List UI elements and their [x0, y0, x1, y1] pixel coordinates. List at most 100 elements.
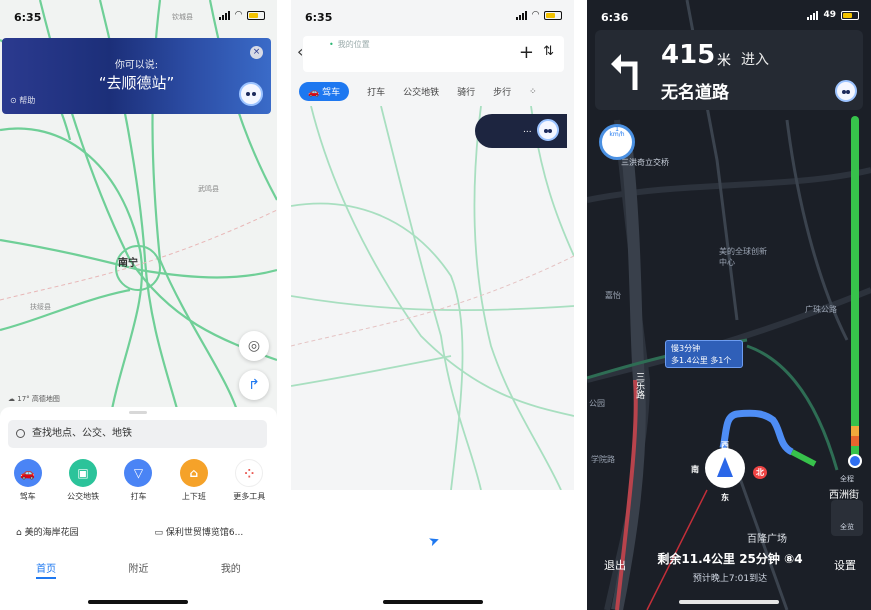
current-position-marker [848, 454, 862, 468]
status-bar: 6:36 49 [587, 0, 871, 34]
settings-button[interactable]: 设置 [825, 542, 865, 590]
status-bar: 6:35 ◠ [291, 0, 574, 34]
eta-text: 预计晚上7:01到达 [692, 574, 768, 584]
tab-drive[interactable]: 🚗 驾车 [299, 82, 350, 101]
quick-label: 更多工具 [233, 492, 266, 501]
recent-label: 美的海岸花园 [24, 528, 79, 538]
exit-button[interactable]: 退出 [595, 542, 635, 590]
turn-road-name: 无名道路 [661, 83, 729, 103]
route-result-sheet: ➤ [291, 490, 574, 610]
signal-icon [807, 10, 819, 20]
road-label: 广珠公路 [805, 305, 837, 314]
search-placeholder: 查找地点、公交、地铁 [32, 428, 132, 439]
recent-label: 保利世贸博览馆6... [165, 528, 244, 538]
assistant-hint: 你可以说: [114, 60, 159, 71]
tab-mine[interactable]: 我的 [221, 560, 241, 579]
bridge-label: 三洪奇立交桥 [621, 158, 669, 167]
status-icons: ◠ [219, 10, 265, 20]
home-screen: 钦城县 武鸣县 扶绥县 南宁 ☁ 17° 高德地图 6:35 ◠ 你可以说: “… [0, 0, 277, 610]
tab-taxi[interactable]: 打车 [367, 85, 385, 98]
tab-label: 驾车 [322, 88, 341, 98]
commute-icon: ⌂ [179, 459, 208, 487]
home-indicator [88, 600, 188, 604]
quick-taxi-button[interactable]: ▽ 打车 [112, 459, 164, 502]
clock: 6:35 [14, 11, 42, 24]
voice-assistant-pill[interactable]: ... [475, 114, 567, 148]
assistant-robot-icon[interactable] [239, 82, 263, 106]
compass-west: 西 [721, 441, 729, 450]
route-arrow-icon[interactable]: ↱ [239, 370, 269, 400]
voice-dots: ... [523, 125, 532, 135]
tab-nearby[interactable]: 附近 [128, 560, 148, 579]
swap-icon[interactable]: ⇅ [543, 44, 554, 59]
quick-commute-button[interactable]: ⌂ 上下班 [168, 459, 220, 502]
home-indicator [383, 600, 483, 604]
status-icons: ◠ [516, 10, 562, 20]
travel-mode-tabs: 🚗 驾车 打车 公交地铁 骑行 步行 ⁘ [299, 82, 570, 101]
quick-transit-button[interactable]: ▣ 公交地铁 [57, 459, 109, 502]
place-label: 美的全球创新中心 [719, 247, 767, 267]
clock: 6:36 [601, 11, 629, 24]
route-planning-screen: 6:35 ◠ ‹ 我的位置 + ⇅ 🚗 驾车 打车 公交地铁 骑行 步行 ⁘ .… [291, 0, 574, 610]
map-canvas[interactable] [291, 106, 574, 490]
full-route-label[interactable]: 全程 [831, 470, 863, 490]
compass-north: 北 [753, 466, 767, 479]
tab-home[interactable]: 首页 [36, 560, 57, 579]
locate-icon[interactable]: ◎ [239, 331, 269, 361]
add-stop-icon[interactable]: + [519, 42, 534, 63]
sheet-handle[interactable] [129, 411, 147, 414]
recent-item-home[interactable]: ⌂ 美的海岸花园 [0, 525, 139, 538]
recent-item-expo[interactable]: ▭ 保利世贸博览馆6... [139, 525, 278, 538]
search-icon [16, 429, 25, 438]
quick-label: 驾车 [19, 492, 36, 501]
remaining-summary: 剩余11.4公里 25分钟 ⑧4 [657, 552, 803, 566]
city-label: 南宁 [118, 258, 138, 269]
battery-icon [841, 10, 859, 20]
turn-action: 进入 [741, 52, 769, 68]
quick-label: 公交地铁 [67, 492, 100, 501]
assistant-robot-icon[interactable] [835, 80, 857, 102]
place-label: 嘉怡 [605, 291, 621, 300]
clock: 6:35 [305, 11, 333, 24]
speed-limit-sign: 1 km/h [599, 124, 635, 160]
compass-east: 东 [721, 493, 729, 502]
help-link[interactable]: ⊙ 帮助 [10, 95, 35, 106]
signal-icon [516, 10, 528, 20]
route-progress-bar [848, 116, 862, 468]
route-input-bar: ‹ 我的位置 + ⇅ [297, 36, 564, 72]
tab-transit[interactable]: 公交地铁 [403, 85, 439, 98]
place-label: 武鸣县 [198, 185, 219, 193]
bus-icon: ▣ [69, 459, 98, 487]
bottom-sheet: 查找地点、公交、地铁 🚗 驾车 ▣ 公交地铁 ▽ 打车 ⌂ 上下班 ⁘ 更多工具 ⌂ 美的… [0, 407, 277, 610]
place-label: 学院路 [591, 455, 615, 464]
quick-more-button[interactable]: ⁘ 更多工具 [223, 459, 275, 502]
assistant-robot-icon [537, 119, 559, 141]
alt-route-callout[interactable]: 慢3分钟 多1.4公里 多1个 [665, 340, 743, 368]
quick-drive-button[interactable]: 🚗 驾车 [2, 459, 54, 502]
battery-percent: 49 [823, 10, 836, 20]
battery-icon [247, 10, 265, 20]
origin-field[interactable]: 我的位置 [329, 39, 370, 50]
wifi-icon: ◠ [532, 10, 539, 20]
close-icon[interactable]: × [250, 46, 263, 59]
traffic-slow-segment [851, 426, 859, 436]
battery-icon [544, 10, 562, 20]
navigation-screen: 三洪奇立交桥 广珠公路 西洲街 百隆广场 公园 学院路 美的全球创新中心 三乐路… [587, 0, 871, 610]
back-icon[interactable]: ‹ [297, 42, 303, 61]
turn-left-icon [611, 54, 638, 90]
turn-guidance-panel: 415 米 进入 无名道路 [595, 30, 863, 110]
alt-route-title: 慢3分钟 [671, 344, 701, 353]
tab-bike[interactable]: 骑行 [457, 85, 475, 98]
grid-icon[interactable]: ⁘ [529, 87, 537, 97]
tab-walk[interactable]: 步行 [493, 85, 511, 98]
trip-summary: 剩余11.4公里 25分钟 ⑧4 预计晚上7:01到达 [635, 542, 825, 590]
voice-assistant-banner[interactable]: 你可以说: “去顺德站” ⊙ 帮助 × [2, 38, 271, 114]
turn-unit: 米 [717, 53, 731, 69]
place-label: 扶绥县 [30, 303, 51, 311]
alt-route-detail: 多1.4公里 多1个 [671, 356, 732, 365]
overview-button[interactable]: 全览 [831, 500, 863, 536]
recent-places: ⌂ 美的海岸花园 ▭ 保利世贸博览馆6... [0, 525, 277, 538]
car-position-icon [705, 448, 745, 488]
quick-actions: 🚗 驾车 ▣ 公交地铁 ▽ 打车 ⌂ 上下班 ⁘ 更多工具 [0, 459, 277, 502]
search-input[interactable]: 查找地点、公交、地铁 [8, 420, 267, 448]
